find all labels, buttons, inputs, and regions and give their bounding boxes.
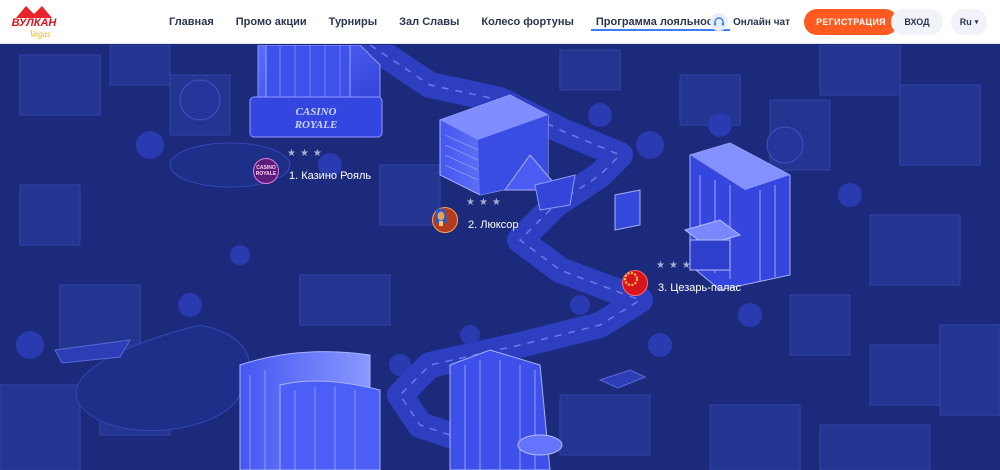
nav-item-wheel-of-fortune[interactable]: Колесо фортуны — [470, 0, 584, 44]
level-stars: ★★★ — [656, 260, 695, 271]
level-stars: ★★★ — [466, 197, 505, 208]
level-stars: ★★★ — [287, 148, 326, 159]
laurel-wreath-badge-icon — [622, 270, 648, 296]
curved-tower-building — [239, 351, 381, 470]
casino-royale-badge-icon: CASINO ROYALE — [253, 158, 279, 184]
level-label: 2. Люксор — [468, 219, 519, 231]
loyalty-level-3[interactable]: ★★★ 3. Цезарь-палас — [622, 260, 742, 296]
level-label: 1. Казино Рояль — [289, 170, 372, 182]
main-nav: Главная Промо акции Турниры Зал Славы Ко… — [158, 0, 736, 44]
online-chat-button[interactable]: Онлайн чат — [710, 12, 790, 32]
logo-text-top: ВУЛКАН — [12, 17, 58, 29]
svg-text:ROYALE: ROYALE — [294, 119, 338, 131]
pharaoh-badge-icon — [432, 207, 458, 233]
headset-chat-icon — [710, 13, 728, 31]
vulkan-vegas-logo[interactable]: ВУЛКАН Vegas — [6, 4, 62, 40]
chevron-down-icon: ▾ — [974, 19, 979, 26]
language-value: Ru — [959, 17, 972, 27]
login-button[interactable]: ВХОД — [891, 9, 943, 35]
loyalty-map: CASINO ROYALE CASINO ROYALE ★★★ 1. Казин… — [0, 45, 1000, 470]
casino-royale-building: CASINO ROYALE — [249, 45, 383, 138]
loyalty-level-2[interactable]: ★★★ 2. Люксор — [432, 197, 519, 233]
logo-text-bottom: Vegas — [30, 29, 51, 39]
language-select[interactable]: Ru ▾ — [951, 9, 987, 35]
svg-text:CASINO: CASINO — [296, 106, 337, 118]
loyalty-level-1[interactable]: CASINO ROYALE ★★★ 1. Казино Рояль — [253, 148, 372, 184]
register-button[interactable]: РЕГИСТРАЦИЯ — [804, 9, 898, 35]
nav-item-promotions[interactable]: Промо акции — [225, 0, 318, 44]
city-map-illustration: CASINO ROYALE — [0, 45, 1000, 470]
nav-item-tournaments[interactable]: Турниры — [318, 0, 389, 44]
level-label: 3. Цезарь-палас — [658, 282, 742, 294]
nav-item-home[interactable]: Главная — [158, 0, 225, 44]
nav-item-hall-of-fame[interactable]: Зал Славы — [388, 0, 470, 44]
logo-graphic: ВУЛКАН Vegas — [12, 6, 58, 39]
chat-label: Онлайн чат — [733, 16, 790, 28]
top-header: ВУЛКАН Vegas Главная Промо акции Турниры… — [0, 0, 1000, 44]
